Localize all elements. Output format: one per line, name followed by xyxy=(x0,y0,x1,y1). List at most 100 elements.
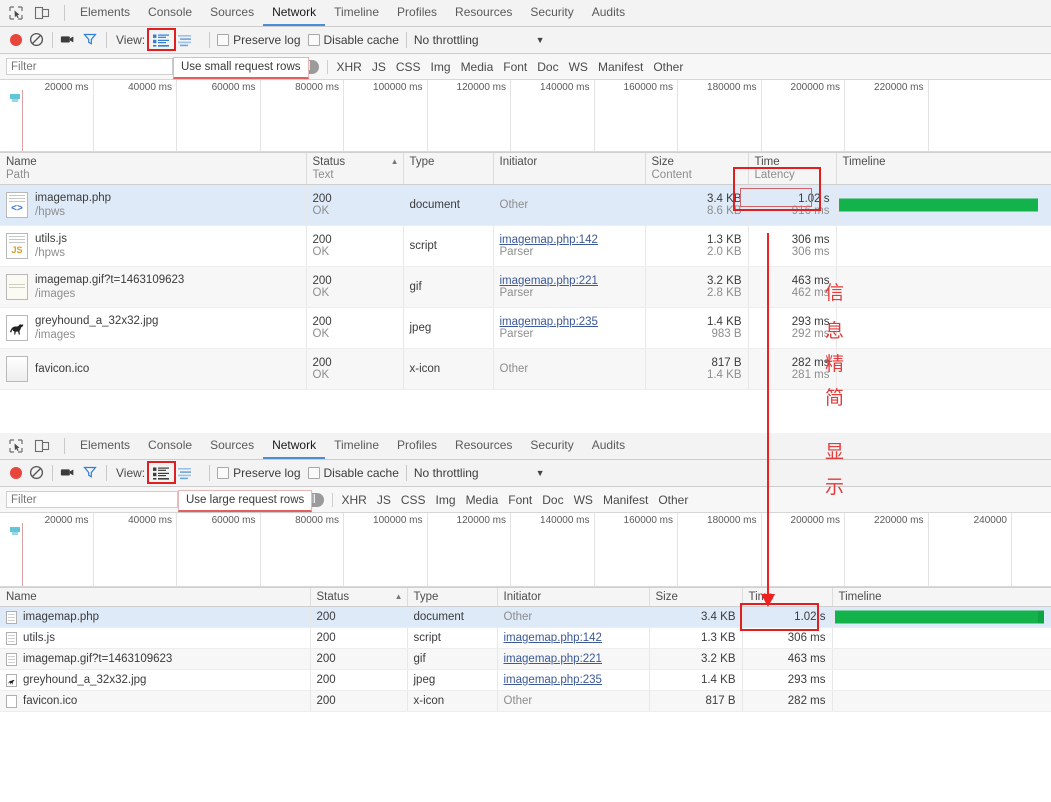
column-header-initiator[interactable]: Initiator xyxy=(493,153,646,185)
device-toolbar-icon[interactable] xyxy=(34,5,50,21)
filter-type-manifest[interactable]: Manifest xyxy=(602,493,649,507)
table-row[interactable]: favicon.ico 200 OK x-icon Other 817 B 1.4 KB 28… xyxy=(0,348,1051,390)
tab-sources[interactable]: Sources xyxy=(201,433,263,459)
inspect-element-icon[interactable] xyxy=(8,5,24,21)
device-toolbar-icon[interactable] xyxy=(34,438,50,454)
filter-input[interactable] xyxy=(6,58,173,75)
column-header-type[interactable]: Type xyxy=(403,153,494,185)
cell-time-sub: 462 ms xyxy=(791,287,830,299)
filter-type-font[interactable]: Font xyxy=(502,60,528,74)
network-overview-bottom[interactable]: 20000 ms 40000 ms 60000 ms 80000 ms 100000 m… xyxy=(0,513,1051,588)
tab-elements[interactable]: Elements xyxy=(71,433,139,459)
small-rows-button[interactable] xyxy=(176,465,194,481)
tab-console[interactable]: Console xyxy=(139,433,201,459)
large-rows-button[interactable] xyxy=(152,32,170,48)
filter-type-ws[interactable]: WS xyxy=(568,60,589,74)
column-header-timeline[interactable]: Timeline xyxy=(836,153,1051,185)
clear-button[interactable] xyxy=(29,465,45,481)
initiator-value[interactable]: imagemap.php:142 xyxy=(500,234,639,246)
initiator-value[interactable]: imagemap.php:235 xyxy=(504,674,602,686)
filter-type-img[interactable]: Img xyxy=(430,60,452,74)
column-header-name[interactable]: Name xyxy=(0,588,311,607)
small-rows-button[interactable] xyxy=(176,32,194,48)
table-row[interactable]: imagemap.gif?t=1463109623/images 200 OK gif… xyxy=(0,266,1051,308)
column-header-size[interactable]: Size Content xyxy=(645,153,749,185)
initiator-value[interactable]: imagemap.php:221 xyxy=(500,275,639,287)
tab-resources[interactable]: Resources xyxy=(446,0,521,26)
table-row[interactable]: greyhound_a_32x32.jpg 200 jpeg imagemap.php… xyxy=(0,669,1051,691)
table-row[interactable]: JS utils.js/hpws 200 OK script imagemap.php:1… xyxy=(0,225,1051,267)
column-header-status[interactable]: Status ▲ xyxy=(310,588,408,607)
disable-cache-checkbox[interactable]: Disable cache xyxy=(307,33,399,47)
camera-icon[interactable] xyxy=(60,32,76,48)
clear-button[interactable] xyxy=(29,32,45,48)
tab-audits[interactable]: Audits xyxy=(583,433,634,459)
filter-type-css[interactable]: CSS xyxy=(395,60,422,74)
table-row[interactable]: imagemap.gif?t=1463109623 200 gif imagemap.… xyxy=(0,648,1051,670)
tab-network[interactable]: Network xyxy=(263,0,326,26)
column-header-time[interactable]: Time Latency xyxy=(748,153,837,185)
column-header-initiator[interactable]: Initiator xyxy=(497,588,650,607)
tab-profiles[interactable]: Profiles xyxy=(388,433,446,459)
filter-type-doc[interactable]: Doc xyxy=(536,60,559,74)
network-overview-top[interactable]: 20000 ms 40000 ms 60000 ms 80000 ms 100000 m… xyxy=(0,80,1051,153)
large-rows-button[interactable] xyxy=(152,465,170,481)
column-header-time[interactable]: Time xyxy=(742,588,833,607)
filter-type-xhr[interactable]: XHR xyxy=(336,60,363,74)
filter-type-media[interactable]: Media xyxy=(460,60,495,74)
tab-console[interactable]: Console xyxy=(139,0,201,26)
table-row[interactable]: favicon.ico 200 x-icon Other 817 B 282 ms xyxy=(0,690,1051,712)
disable-cache-checkbox[interactable]: Disable cache xyxy=(307,466,399,480)
initiator-value[interactable]: imagemap.php:221 xyxy=(504,653,602,665)
initiator-value[interactable]: imagemap.php:235 xyxy=(500,316,639,328)
column-header-name[interactable]: Name Path xyxy=(0,153,307,185)
filter-funnel-icon[interactable] xyxy=(83,32,99,48)
table-row[interactable]: utils.js 200 script imagemap.php:142 1.3 KB 3… xyxy=(0,627,1051,649)
tab-profiles[interactable]: Profiles xyxy=(388,0,446,26)
filter-type-font[interactable]: Font xyxy=(507,493,533,507)
tab-timeline[interactable]: Timeline xyxy=(325,433,388,459)
tab-security[interactable]: Security xyxy=(521,0,582,26)
throttling-select[interactable]: No throttling xyxy=(414,466,479,480)
cell-size: 3.4 KB 8.6 KB xyxy=(645,184,749,226)
filter-type-other[interactable]: Other xyxy=(652,60,684,74)
chevron-down-icon[interactable]: ▼ xyxy=(536,35,545,45)
inspect-element-icon[interactable] xyxy=(8,438,24,454)
preserve-log-checkbox[interactable]: Preserve log xyxy=(217,466,301,480)
column-header-status[interactable]: Status Text ▲ xyxy=(306,153,404,185)
record-button[interactable] xyxy=(10,467,22,479)
record-button[interactable] xyxy=(10,34,22,46)
throttling-select[interactable]: No throttling xyxy=(414,33,479,47)
chevron-down-icon[interactable]: ▼ xyxy=(536,468,545,478)
filter-type-xhr[interactable]: XHR xyxy=(341,493,368,507)
tab-timeline[interactable]: Timeline xyxy=(325,0,388,26)
table-row[interactable]: greyhound_a_32x32.jpg/images 200 OK jpeg ima… xyxy=(0,307,1051,349)
tab-audits[interactable]: Audits xyxy=(583,0,634,26)
tab-elements[interactable]: Elements xyxy=(71,0,139,26)
preserve-log-checkbox[interactable]: Preserve log xyxy=(217,33,301,47)
filter-type-manifest[interactable]: Manifest xyxy=(597,60,644,74)
filter-type-js[interactable]: JS xyxy=(376,493,392,507)
tab-security[interactable]: Security xyxy=(521,433,582,459)
column-header-timeline[interactable]: Timeline xyxy=(832,588,1051,607)
filter-input[interactable] xyxy=(6,491,178,508)
filter-type-js[interactable]: JS xyxy=(371,60,387,74)
filter-type-img[interactable]: Img xyxy=(435,493,457,507)
filter-type-ws[interactable]: WS xyxy=(573,493,594,507)
cell-type: gif xyxy=(403,266,494,308)
tab-resources[interactable]: Resources xyxy=(446,433,521,459)
initiator-value[interactable]: imagemap.php:142 xyxy=(504,632,602,644)
table-row[interactable]: imagemap.php 200 document Other 3.4 KB 1.02 s xyxy=(0,606,1051,628)
filter-type-other[interactable]: Other xyxy=(657,493,689,507)
filter-type-css[interactable]: CSS xyxy=(400,493,427,507)
tab-sources[interactable]: Sources xyxy=(201,0,263,26)
cell-status: 200 OK xyxy=(306,184,404,226)
tab-network[interactable]: Network xyxy=(263,433,326,459)
column-header-type[interactable]: Type xyxy=(407,588,498,607)
column-header-size[interactable]: Size xyxy=(649,588,743,607)
table-row[interactable]: <> imagemap.php/hpws 200 OK document Other 3.4… xyxy=(0,184,1051,226)
filter-type-doc[interactable]: Doc xyxy=(541,493,564,507)
filter-funnel-icon[interactable] xyxy=(83,465,99,481)
filter-type-media[interactable]: Media xyxy=(465,493,500,507)
camera-icon[interactable] xyxy=(60,465,76,481)
